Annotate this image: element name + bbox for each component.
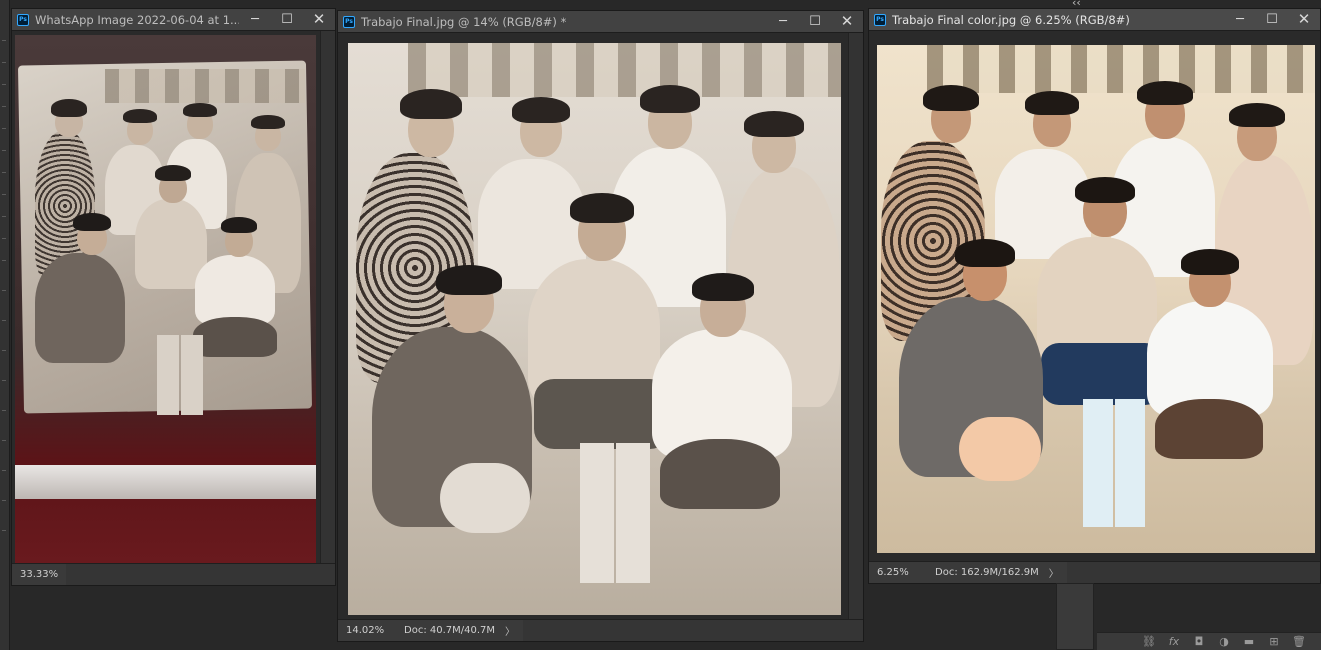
close-button[interactable]: ✕ [831,11,863,33]
maximize-button[interactable]: ☐ [271,9,303,31]
status-bar: 6.25% Doc: 162.9M/162.9M 〉 [869,561,1320,583]
minimize-button[interactable]: ─ [1224,9,1256,31]
minimize-button[interactable]: ─ [239,9,271,31]
zoom-field[interactable]: 6.25% [869,567,915,578]
zoom-field[interactable]: 14.02% [338,625,384,636]
window-titlebar[interactable]: Ps Trabajo Final color.jpg @ 6.25% (RGB/… [869,9,1320,31]
status-menu-arrow-icon[interactable]: 〉 [495,623,515,638]
mask-icon[interactable]: ◘ [1191,635,1207,649]
layers-panel-footer: ⛓ fx ◘ ◑ ▬ ⊞ 🗑 [1097,632,1321,650]
canvas-area[interactable] [869,31,1320,561]
canvas-area[interactable] [12,31,335,563]
close-button[interactable]: ✕ [1288,9,1320,31]
horizontal-scrollbar[interactable] [1066,562,1320,583]
status-bar: 14.02% Doc: 40.7M/40.7M 〉 [338,619,863,641]
window-title: Trabajo Final color.jpg @ 6.25% (RGB/8#) [892,12,1130,27]
window-title: WhatsApp Image 2022-06-04 at 1... [35,12,239,27]
horizontal-scrollbar[interactable] [66,564,335,585]
document-image [877,45,1315,553]
window-titlebar[interactable]: Ps Trabajo Final.jpg @ 14% (RGB/8#) * ─ … [338,11,863,33]
zoom-field[interactable]: 33.33% [12,569,58,580]
vertical-scrollbar[interactable] [320,31,335,563]
maximize-button[interactable]: ☐ [799,11,831,33]
window-titlebar[interactable]: Ps WhatsApp Image 2022-06-04 at 1... ─ ☐… [12,9,335,31]
left-toolbar-rail[interactable] [0,0,10,650]
document-window-restored[interactable]: Ps Trabajo Final.jpg @ 14% (RGB/8#) * ─ … [337,10,864,642]
maximize-button[interactable]: ☐ [1256,9,1288,31]
folder-icon[interactable]: ▬ [1241,635,1257,649]
status-bar: 33.33% [12,563,335,585]
minimize-button[interactable]: ─ [767,11,799,33]
document-window-original[interactable]: Ps WhatsApp Image 2022-06-04 at 1... ─ ☐… [11,8,336,586]
link-icon[interactable]: ⛓ [1141,635,1157,649]
document-image [348,43,841,615]
close-button[interactable]: ✕ [303,9,335,31]
fx-icon[interactable]: fx [1166,635,1182,649]
document-size-info[interactable]: Doc: 40.7M/40.7M [384,625,495,636]
status-menu-arrow-icon[interactable]: 〉 [1039,565,1059,580]
vertical-scrollbar[interactable] [848,33,863,619]
trash-icon[interactable]: 🗑 [1291,635,1307,649]
photoshop-icon: Ps [17,13,29,26]
photoshop-icon: Ps [874,13,886,26]
panel-dock-strip [1056,583,1094,650]
document-window-colorized[interactable]: Ps Trabajo Final color.jpg @ 6.25% (RGB/… [868,8,1321,584]
canvas-area[interactable] [338,33,863,619]
window-title: Trabajo Final.jpg @ 14% (RGB/8#) * [361,14,567,29]
document-size-info[interactable]: Doc: 162.9M/162.9M [915,567,1039,578]
new-layer-icon[interactable]: ⊞ [1266,635,1282,649]
adjustment-icon[interactable]: ◑ [1216,635,1232,649]
document-image [15,35,316,563]
workspace: Ps WhatsApp Image 2022-06-04 at 1... ─ ☐… [0,0,1321,650]
collapse-panels-icon[interactable]: ‹‹ [1072,0,1081,9]
horizontal-scrollbar[interactable] [523,620,863,641]
photoshop-icon: Ps [343,15,355,28]
